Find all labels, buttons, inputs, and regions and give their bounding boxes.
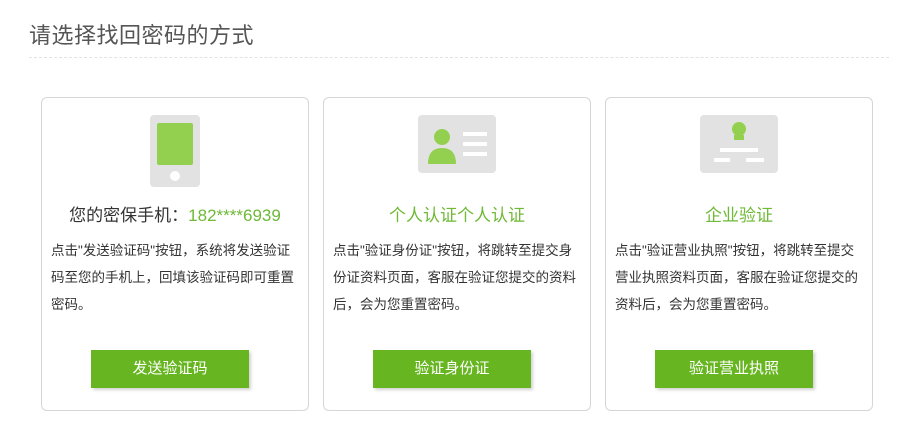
business-license-icon	[700, 115, 778, 178]
send-code-button[interactable]: 发送验证码	[91, 350, 249, 388]
verify-business-license-button[interactable]: 验证营业执照	[655, 350, 813, 388]
enterprise-verification-heading: 企业验证	[705, 206, 773, 225]
page-title: 请选择找回密码的方式	[29, 23, 255, 48]
phone-verification-card: 您的密保手机：182****6939 点击"发送验证码"按钮，系统将发送验证码至…	[41, 97, 309, 411]
title-divider	[29, 57, 889, 58]
enterprise-verification-card: 企业验证 点击"验证营业执照"按钮，将跳转至提交营业执照资料页面，客服在验证您提…	[605, 97, 873, 411]
secure-phone-number: 182****6939	[188, 206, 281, 225]
personal-verification-heading: 个人认证个人认证	[389, 206, 525, 225]
mobile-phone-icon	[150, 115, 200, 192]
phone-verification-description: 点击"发送验证码"按钮，系统将发送验证码至您的手机上，回填该验证码即可重置密码。	[51, 243, 294, 312]
enterprise-verification-description: 点击"验证营业执照"按钮，将跳转至提交营业执照资料页面，客服在验证您提交的资料后…	[615, 243, 858, 312]
secure-phone-label: 您的密保手机：	[69, 206, 189, 225]
personal-verification-description: 点击"验证身份证"按钮，将跳转至提交身份证资料页面，客服在验证您提交的资料后，会…	[333, 243, 576, 312]
id-card-icon	[418, 115, 496, 178]
personal-verification-card: 个人认证个人认证 点击"验证身份证"按钮，将跳转至提交身份证资料页面，客服在验证…	[323, 97, 591, 411]
secure-phone-heading: 您的密保手机：182****6939	[42, 201, 308, 226]
verify-id-card-button[interactable]: 验证身份证	[373, 350, 531, 388]
